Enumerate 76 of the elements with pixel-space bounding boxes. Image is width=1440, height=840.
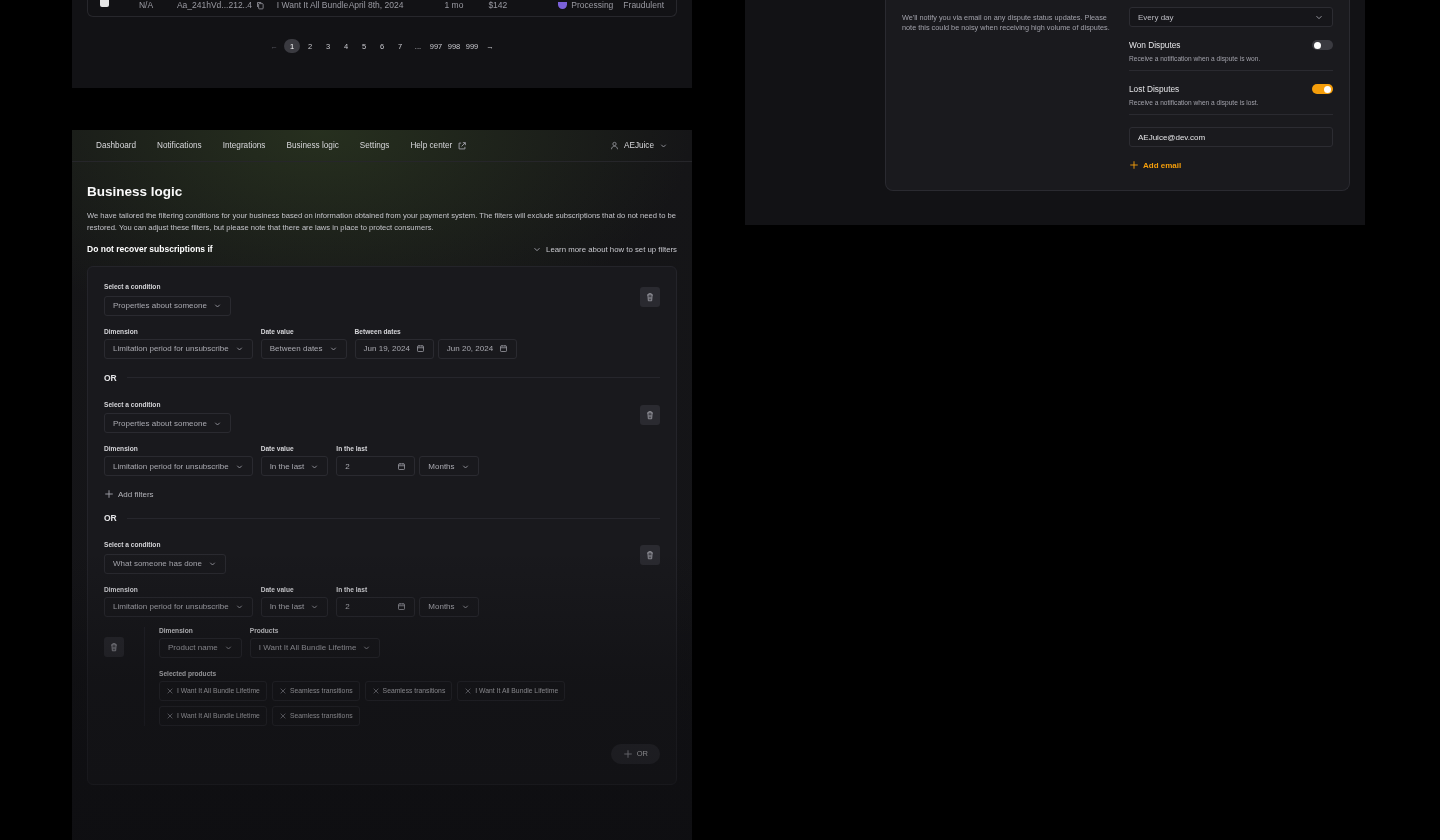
dropdown[interactable]: I Want It All Bundle Lifetime xyxy=(249,637,381,658)
date-field[interactable]: Jun 19, 2024 xyxy=(354,338,434,359)
calendar-icon xyxy=(397,602,407,611)
copy-icon xyxy=(256,0,266,10)
delete-button[interactable] xyxy=(104,636,124,657)
add-email-button[interactable]: Add email xyxy=(1129,160,1333,170)
chevron-down-icon xyxy=(659,141,668,150)
calendar-icon xyxy=(397,461,407,471)
calendar-icon xyxy=(415,344,425,353)
dropdown[interactable]: Months xyxy=(419,456,479,476)
or-label: OR xyxy=(104,513,117,523)
close-icon xyxy=(278,686,287,695)
dropdown[interactable]: What someone has done xyxy=(104,553,226,574)
delete-button[interactable] xyxy=(640,287,660,307)
chevron-down-icon xyxy=(234,602,244,611)
dropdown[interactable]: Limitation period for unsubscribe xyxy=(104,596,253,617)
plus-icon xyxy=(104,489,114,499)
date-field[interactable]: 2 xyxy=(336,456,416,476)
chevron-down-icon xyxy=(212,301,222,310)
page-title: Business logic xyxy=(87,184,184,199)
chevron-down-icon xyxy=(460,602,470,611)
plus-icon xyxy=(1129,160,1139,170)
user-menu[interactable]: AEJuice xyxy=(609,141,668,150)
trash-icon xyxy=(109,641,119,652)
table-cell: Aa_241hVd...212..4 xyxy=(176,0,253,10)
nav-link[interactable]: Help center xyxy=(410,140,468,151)
nav-link[interactable]: Integrations xyxy=(222,140,266,151)
toggle-title: Lost Disputes xyxy=(1129,84,1181,94)
chevron-down-icon xyxy=(207,559,217,568)
section-title: Do not recover subscriptions if xyxy=(87,244,213,254)
chevron-down-icon xyxy=(328,344,338,353)
dropdown[interactable]: Limitation period for unsubscribe xyxy=(104,338,253,359)
nav-link[interactable]: Dashboard xyxy=(96,140,137,151)
date-field[interactable]: Jun 20, 2024 xyxy=(437,338,518,359)
date-field[interactable]: 2 xyxy=(336,596,416,617)
close-icon xyxy=(278,711,287,720)
dropdown[interactable]: Limitation period for unsubscribe xyxy=(104,456,253,476)
table-cell: I Want It All Bundle xyxy=(276,0,349,10)
toggle-switch[interactable] xyxy=(1312,84,1333,94)
trash-icon xyxy=(645,550,655,560)
chevron-down-icon xyxy=(223,643,233,652)
dropdown[interactable]: Properties about someone xyxy=(104,295,231,316)
row-checkbox[interactable] xyxy=(100,0,109,7)
dropdown[interactable]: Between dates xyxy=(260,338,347,359)
chevron-down-icon xyxy=(310,602,320,611)
nav-link[interactable]: Settings xyxy=(359,140,390,151)
add-filters-button[interactable]: Add filters xyxy=(104,489,660,499)
delete-button[interactable] xyxy=(640,404,660,425)
toggle-title: Won Disputes xyxy=(1129,40,1182,50)
dropdown[interactable]: In the last xyxy=(260,596,329,617)
toggle-switch[interactable] xyxy=(1312,40,1333,50)
email-field[interactable]: AEJuice@dev.com xyxy=(1129,127,1333,147)
table-cell: April 8th, 2024 xyxy=(348,0,404,10)
table-cell: N/A xyxy=(139,0,154,10)
dropdown[interactable]: Product name xyxy=(159,637,242,658)
table-cell-text: Fraudulent xyxy=(622,0,664,10)
table-cell: 1 mo xyxy=(444,0,464,10)
close-icon xyxy=(371,686,380,695)
dropdown[interactable]: Properties about someone xyxy=(104,413,231,433)
table-cell: $142 xyxy=(488,0,508,10)
nav-link[interactable]: Notifications xyxy=(157,140,202,151)
chevron-down-icon xyxy=(234,344,244,353)
trash-icon xyxy=(645,292,655,302)
calendar-icon xyxy=(499,344,509,353)
frequency-select[interactable]: Every day xyxy=(1129,7,1333,27)
close-icon xyxy=(464,686,473,695)
dropdown[interactable]: Months xyxy=(419,596,479,617)
or-label: OR xyxy=(104,372,117,383)
plus-icon xyxy=(622,748,633,759)
trash-icon xyxy=(645,409,655,420)
delete-button[interactable] xyxy=(640,545,660,565)
dropdown[interactable]: In the last xyxy=(260,456,329,476)
chevron-down-icon xyxy=(362,643,372,652)
user-icon xyxy=(609,141,619,150)
nav-link[interactable]: Business logic xyxy=(286,140,339,151)
status-label: Processing xyxy=(571,0,614,10)
